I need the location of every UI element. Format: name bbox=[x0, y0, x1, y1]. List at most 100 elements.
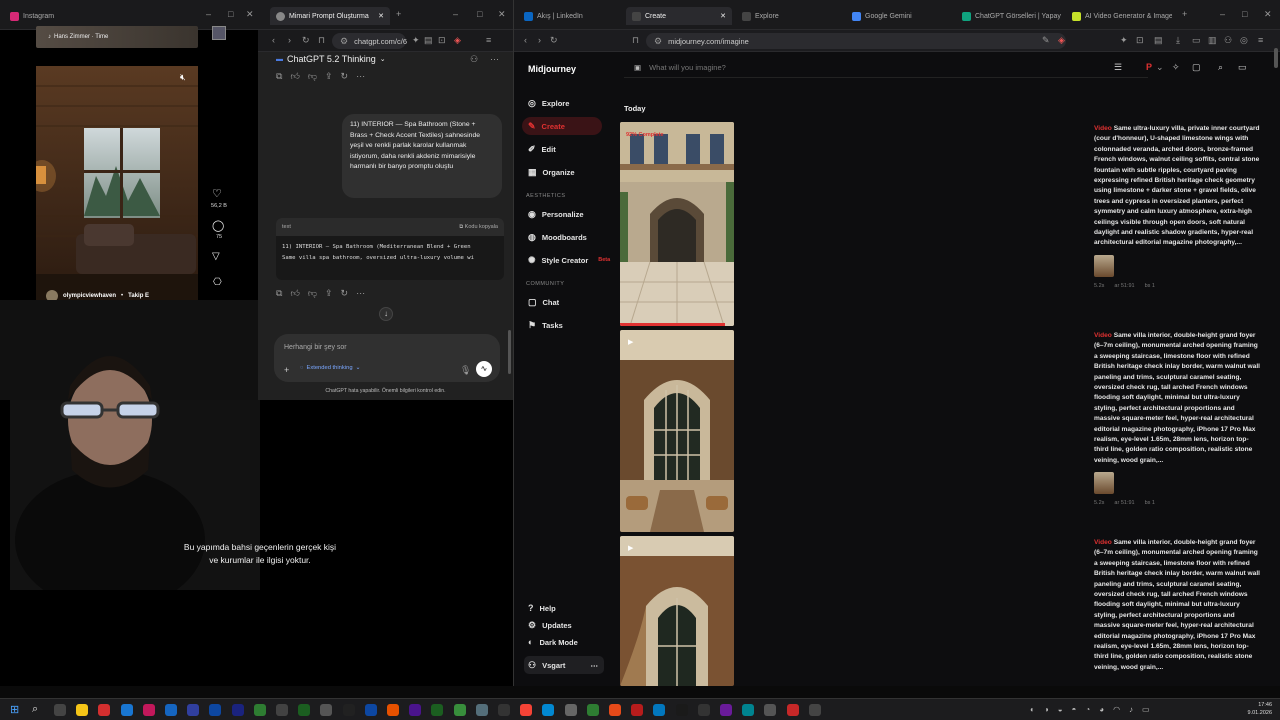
sidebar-item-explore[interactable]: ◎ Explore bbox=[528, 94, 569, 112]
wifi-icon[interactable]: ◠ bbox=[1113, 705, 1120, 714]
voice-mode-button[interactable]: ∿ bbox=[476, 361, 492, 377]
thumbs-up-icon[interactable]: 👍︎ bbox=[290, 289, 299, 298]
maximize-icon[interactable]: □ bbox=[1242, 10, 1247, 19]
job-card[interactable]: Video Same villa interior, double-height… bbox=[1094, 538, 1260, 673]
reference-thumbnail[interactable] bbox=[1094, 254, 1114, 277]
scrollbar[interactable] bbox=[1274, 48, 1278, 68]
more-icon[interactable]: ⋯ bbox=[356, 72, 365, 81]
close-tab-icon[interactable]: ✕ bbox=[720, 12, 726, 20]
regenerate-icon[interactable]: ↻ bbox=[341, 289, 349, 298]
close-icon[interactable]: ✕ bbox=[1264, 10, 1272, 19]
play-icon[interactable]: ▶ bbox=[628, 338, 633, 346]
taskbar-app-icon[interactable] bbox=[342, 704, 355, 716]
taskbar-app-icon[interactable] bbox=[520, 704, 533, 716]
mute-icon[interactable]: 🔇︎ bbox=[180, 72, 186, 83]
account-icon[interactable]: ⚇ bbox=[470, 55, 478, 64]
windows-start-icon[interactable]: ⊞ bbox=[10, 703, 19, 716]
taskbar-app-icon[interactable] bbox=[142, 704, 155, 716]
bookmark-icon[interactable]: ⊓ bbox=[632, 36, 639, 45]
reader-icon[interactable]: ▥ bbox=[1208, 36, 1217, 45]
clock[interactable]: 17:46 9.01.2026 bbox=[1238, 701, 1272, 717]
browser-tab[interactable]: ChatGPT Görselleri | Yapay Zekâ bbox=[956, 7, 1062, 25]
moodboard-icon[interactable]: ✧ bbox=[1172, 63, 1180, 72]
tab-mimari-prompt[interactable]: Mimari Prompt Oluşturma ✕ bbox=[270, 7, 390, 25]
brave-icon[interactable]: ◈ bbox=[454, 36, 461, 45]
share-icon[interactable]: ⇪ bbox=[325, 289, 333, 298]
tray-icon[interactable]: ◓ bbox=[1072, 705, 1077, 714]
play-icon[interactable]: ▶ bbox=[628, 544, 633, 552]
brave-shield-icon[interactable]: ◈ bbox=[1058, 36, 1065, 45]
taskbar-app-icon[interactable] bbox=[675, 704, 688, 716]
taskbar-app-icon[interactable] bbox=[98, 704, 111, 716]
folder-icon[interactable]: ▭ bbox=[1238, 63, 1247, 72]
sidebar-toggle-icon[interactable]: ▬ bbox=[276, 56, 283, 63]
tray-icon[interactable]: ◐ bbox=[1030, 705, 1035, 714]
imagine-input[interactable]: What will you imagine? bbox=[649, 63, 726, 72]
code-content[interactable]: 11) INTERIOR — Spa Bathroom (Mediterrane… bbox=[276, 236, 504, 270]
taskbar-app-icon[interactable] bbox=[76, 704, 89, 716]
taskbar-app-icon[interactable] bbox=[165, 704, 177, 716]
taskbar-app-icon[interactable] bbox=[742, 704, 755, 716]
browser-tab[interactable]: Google Gemini bbox=[846, 7, 952, 25]
microphone-icon[interactable]: 🎙︎ bbox=[460, 366, 471, 375]
reference-thumbnail[interactable] bbox=[1094, 472, 1114, 495]
tray-icon[interactable]: ◑ bbox=[1044, 705, 1049, 714]
taskbar-app-icon[interactable] bbox=[453, 704, 466, 716]
sidebar-item-dark-mode[interactable]: ◐ Dark Mode bbox=[528, 633, 578, 651]
job-prompt[interactable]: Video Same villa interior, double-height… bbox=[1094, 331, 1260, 466]
address-bar[interactable]: ⚙ midjourney.com/imagine bbox=[646, 33, 1066, 49]
bookmark-icon[interactable]: ⊓ bbox=[318, 36, 325, 45]
taskbar-app-icon[interactable] bbox=[187, 704, 200, 716]
sidebar-item-organize[interactable]: ▦ Organize bbox=[528, 163, 575, 181]
more-icon[interactable]: ⋯ bbox=[490, 55, 499, 64]
wallet-icon[interactable]: ▭ bbox=[1192, 36, 1201, 45]
taskbar-app-icon[interactable] bbox=[697, 704, 710, 716]
bookmark-icon[interactable]: ⎔ bbox=[213, 277, 222, 288]
generated-image-courtyard[interactable]: 92% Complete bbox=[620, 122, 734, 326]
thumbs-up-icon[interactable]: 👍︎ bbox=[290, 72, 299, 81]
new-tab-icon[interactable]: + bbox=[396, 10, 401, 19]
address-bar[interactable]: ⚙ chatgpt.com/c/6 bbox=[332, 33, 407, 49]
settings-sliders-icon[interactable]: ☰ bbox=[1114, 63, 1122, 72]
taskbar-app-icon[interactable] bbox=[808, 704, 821, 716]
taskbar-app-icon[interactable] bbox=[253, 704, 266, 716]
edit-url-icon[interactable]: ✎ bbox=[1042, 36, 1050, 45]
more-icon[interactable]: ⋯ bbox=[591, 661, 599, 670]
thumbs-down-icon[interactable]: 👎︎ bbox=[308, 289, 317, 298]
taskbar-app-icon[interactable] bbox=[653, 704, 666, 716]
reload-icon[interactable]: ↻ bbox=[302, 36, 310, 45]
taskbar-app-icon[interactable] bbox=[364, 704, 377, 716]
personalize-p-icon[interactable]: P bbox=[1146, 63, 1152, 72]
tray-icon[interactable]: ◒ bbox=[1058, 705, 1063, 714]
regenerate-icon[interactable]: ↻ bbox=[341, 72, 349, 81]
model-selector[interactable]: ▬ ChatGPT 5.2 Thinking ⌄ bbox=[276, 54, 386, 64]
reader-icon[interactable]: ▤ bbox=[424, 36, 433, 45]
reel-video[interactable] bbox=[36, 66, 198, 302]
imagine-bar[interactable]: ▣ What will you imagine? bbox=[624, 58, 1148, 78]
browser-tab[interactable]: AI Video Generator & Image Ge bbox=[1066, 7, 1172, 25]
sidebar-item-updates[interactable]: ⚙ Updates bbox=[528, 616, 572, 634]
sidebar-item-create[interactable]: ✎ Create bbox=[522, 117, 602, 135]
screenshot-icon[interactable]: ⊡ bbox=[1136, 36, 1144, 45]
maximize-icon[interactable]: □ bbox=[477, 10, 482, 19]
sidebar-item-personalize[interactable]: ◉ Personalize bbox=[528, 205, 584, 223]
back-icon[interactable]: ‹ bbox=[272, 36, 275, 45]
scrollbar[interactable] bbox=[508, 330, 511, 374]
forward-icon[interactable]: › bbox=[538, 36, 541, 45]
menu-icon[interactable]: ≡ bbox=[1258, 36, 1263, 45]
plus-icon[interactable]: + bbox=[284, 366, 289, 375]
maximize-icon[interactable]: □ bbox=[228, 10, 233, 19]
browser-tab[interactable]: Explore bbox=[736, 7, 842, 25]
taskbar-app-icon[interactable] bbox=[120, 704, 133, 716]
sidebar-item-tasks[interactable]: ⚑ Tasks bbox=[528, 316, 563, 334]
share-icon[interactable]: ▽ bbox=[212, 251, 220, 262]
menu-icon[interactable]: ≡ bbox=[486, 36, 491, 45]
close-tab-icon[interactable]: ✕ bbox=[378, 12, 384, 20]
taskbar-app-icon[interactable] bbox=[387, 704, 399, 716]
scroll-down-button[interactable]: ↓ bbox=[379, 307, 393, 321]
taskbar-app-icon[interactable] bbox=[631, 704, 644, 716]
taskbar-app-icon[interactable] bbox=[564, 704, 577, 716]
sidebar-item-chat[interactable]: ▢ Chat bbox=[528, 293, 559, 311]
sidebar-item-moodboards[interactable]: ◍ Moodboards bbox=[528, 228, 587, 246]
sidebar-item-style-creator[interactable]: ✺ Style Creator Beta bbox=[528, 251, 610, 269]
